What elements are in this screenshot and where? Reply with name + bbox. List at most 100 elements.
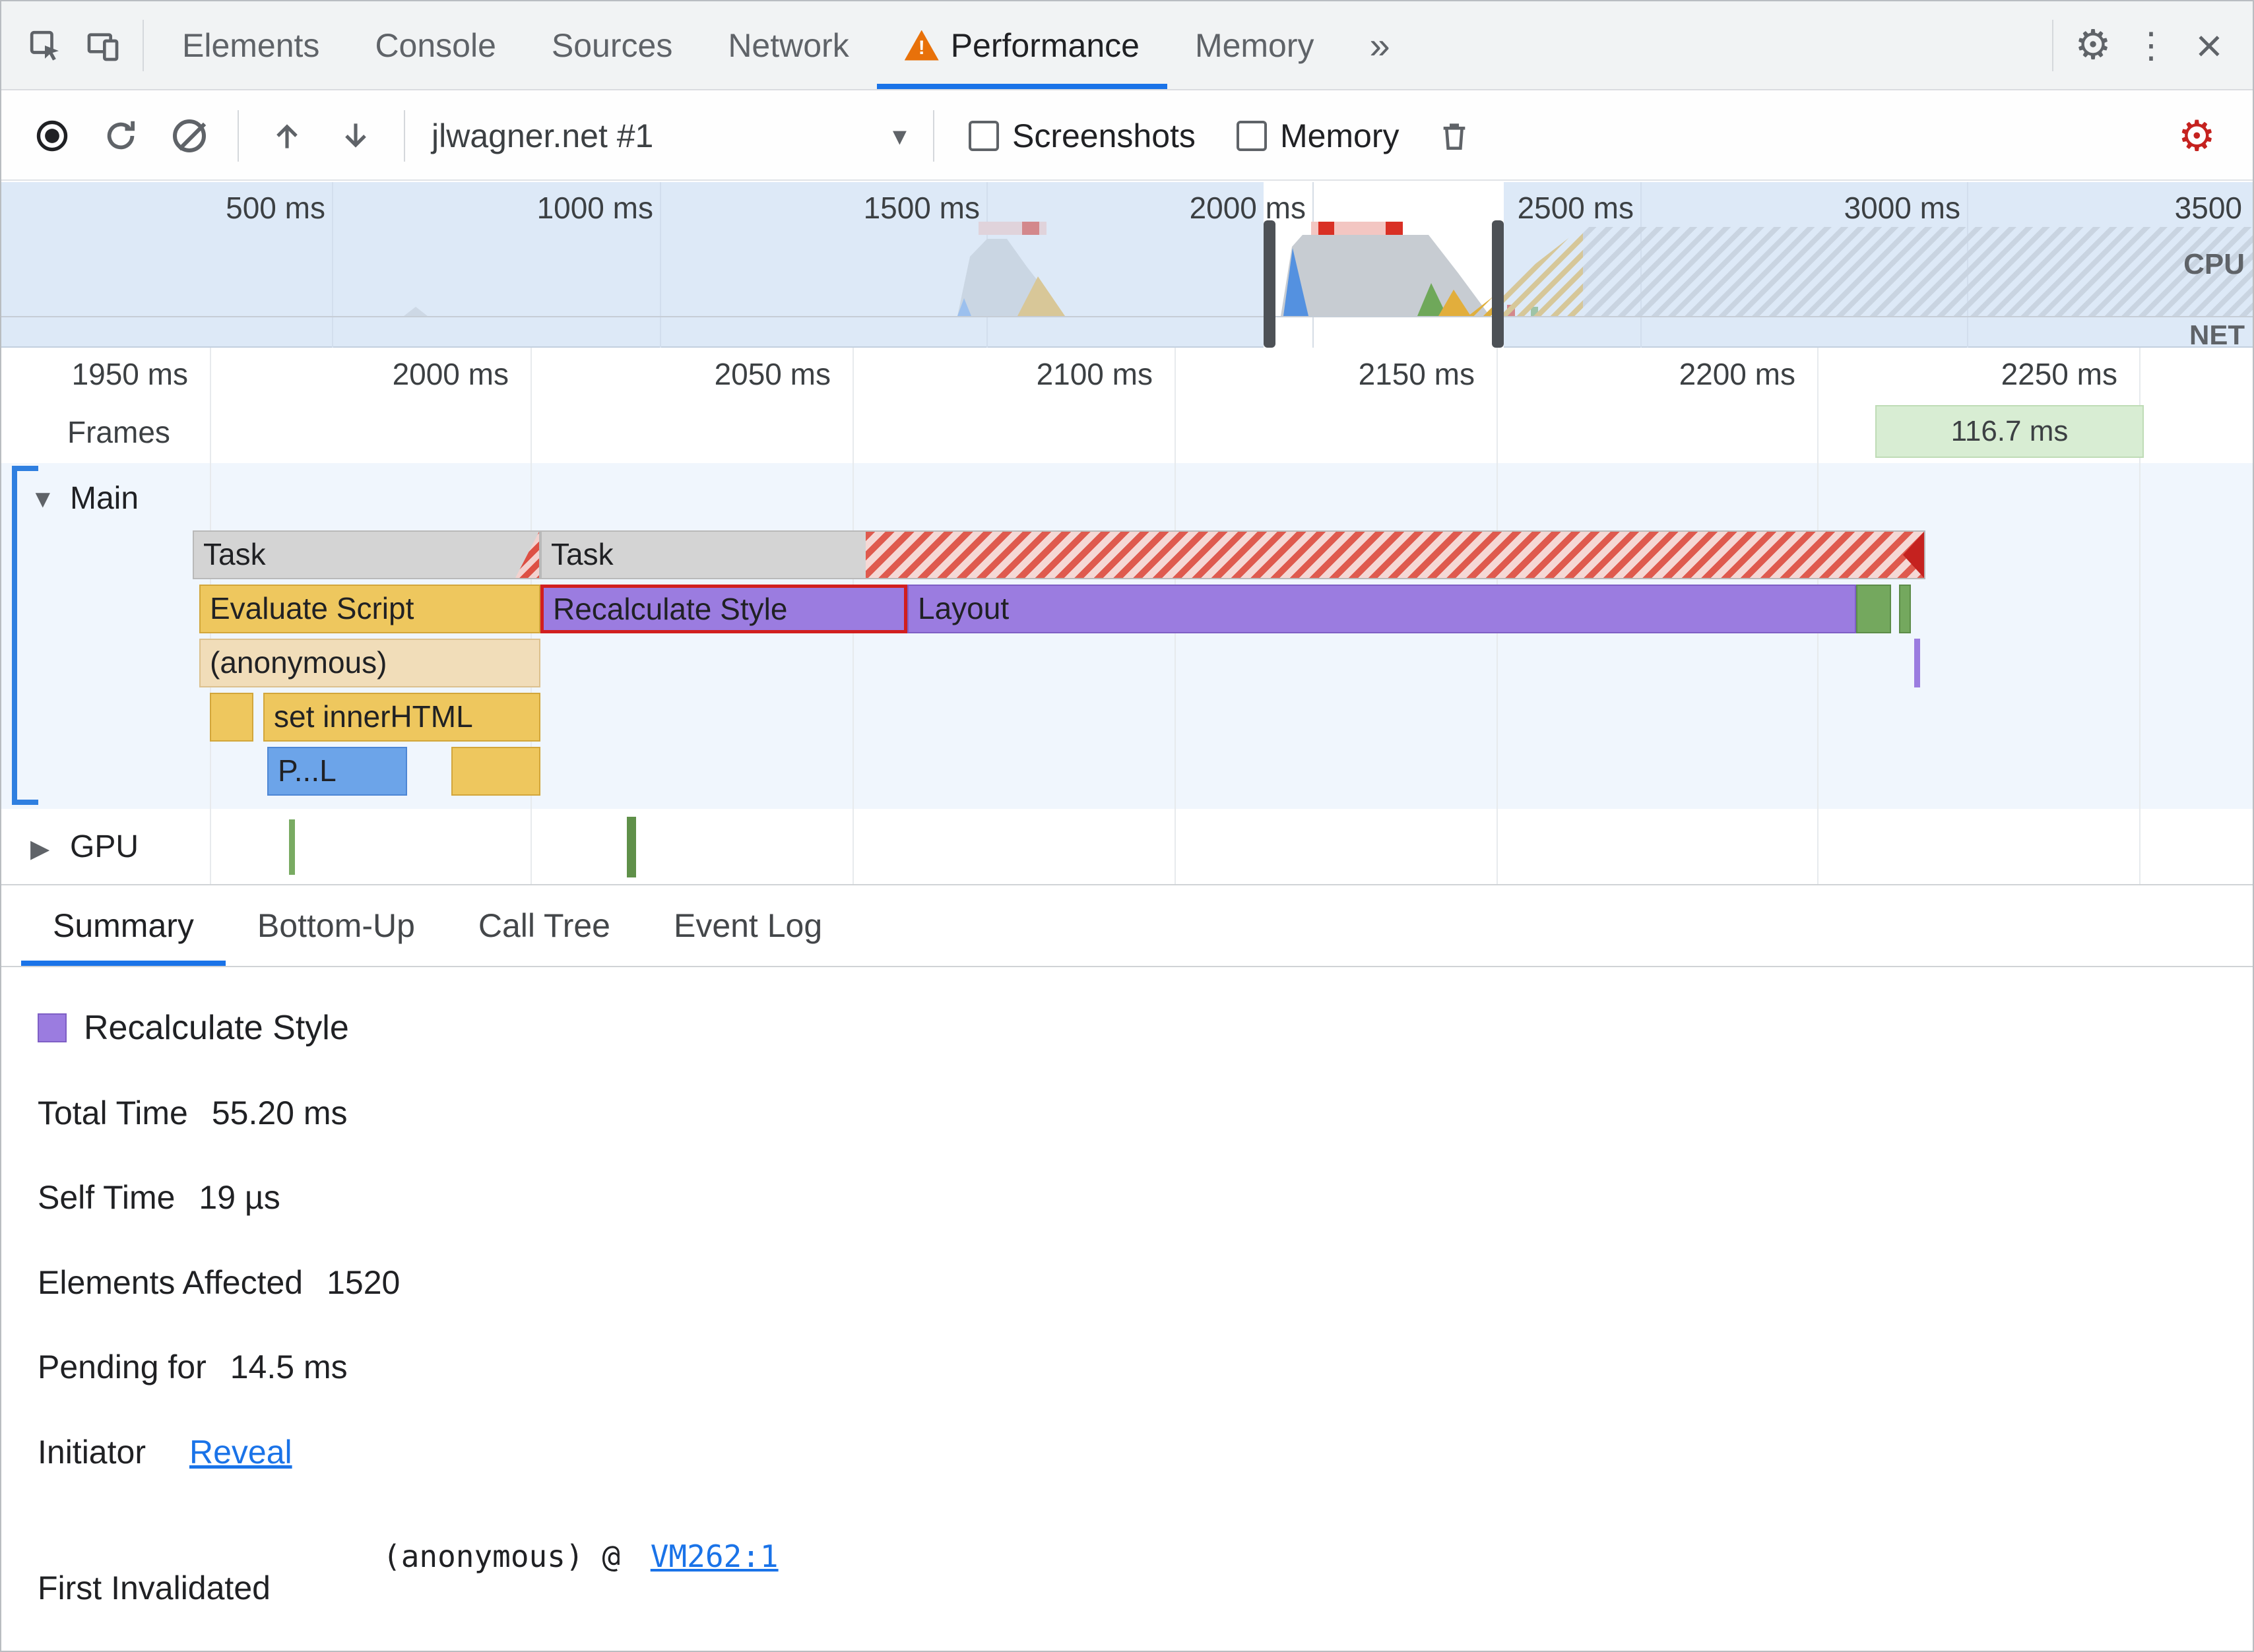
initiator-reveal-link[interactable]: Reveal xyxy=(189,1433,292,1471)
performance-toolbar: jlwagner.net #1 ▾ Screenshots Memory ⚙ xyxy=(1,92,2253,181)
first-invalidated-label: First Invalidated xyxy=(38,1570,271,1606)
summary-row-label: Total Time xyxy=(38,1095,188,1131)
style-recalc-sliver[interactable] xyxy=(1914,639,1920,687)
summary-title: Recalculate Style xyxy=(84,1009,349,1047)
screenshots-checkbox[interactable] xyxy=(969,120,999,151)
overview-time-label: 3000 ms xyxy=(1844,191,1960,225)
main-track-label[interactable]: Main xyxy=(70,480,139,517)
load-profile-icon[interactable] xyxy=(256,92,318,179)
summary-row: Self Time 19 µs xyxy=(38,1178,280,1217)
main-track-selection-bracket-cap xyxy=(12,466,38,471)
tabbar-right-icons: ⚙ ⋮ × xyxy=(2042,19,2238,71)
cpu-label: CPU xyxy=(2183,248,2245,280)
ruler-label: 1950 ms xyxy=(71,357,188,391)
warning-icon: ! xyxy=(904,30,939,61)
chevron-down-icon: ▾ xyxy=(892,120,907,151)
overview-time-label: 2000 ms xyxy=(1189,191,1306,225)
first-invalidated-source-link[interactable]: VM262:1 xyxy=(651,1539,779,1574)
first-invalidated-value: (anonymous) @ VM262:1 xyxy=(383,1539,779,1574)
summary-row-value: 14.5 ms xyxy=(230,1349,348,1385)
devtools-tab-bar: Elements Console Sources Network ! Perfo… xyxy=(1,1,2253,90)
evaluate-script-bar[interactable]: Evaluate Script xyxy=(199,585,540,633)
tab-network[interactable]: Network xyxy=(700,1,876,89)
script-sliver-bar[interactable] xyxy=(210,693,253,742)
anonymous-call-bar[interactable]: (anonymous) xyxy=(199,639,540,687)
overview-time-label: 3500 xyxy=(2174,191,2242,225)
record-button[interactable] xyxy=(21,92,83,179)
paint-bar[interactable] xyxy=(1856,585,1891,633)
selection-handle-right[interactable] xyxy=(1492,220,1504,348)
tab-bottom-up[interactable]: Bottom-Up xyxy=(226,885,447,966)
summary-row-label: Elements Affected xyxy=(38,1264,304,1301)
divider xyxy=(2052,19,2053,71)
settings-gear-icon[interactable]: ⚙ xyxy=(2064,24,2122,66)
net-label: NET xyxy=(2189,319,2245,350)
ruler-label: 2100 ms xyxy=(1036,357,1153,391)
screenshots-toggle[interactable]: Screenshots xyxy=(969,117,1196,155)
memory-checkbox[interactable] xyxy=(1236,120,1267,151)
main-track-selection-bracket-cap xyxy=(12,800,38,805)
task-bar-long[interactable]: Task xyxy=(540,530,1925,579)
gpu-track-label[interactable]: GPU xyxy=(70,829,139,865)
overview-time-label: 1000 ms xyxy=(536,191,653,225)
tab-call-tree[interactable]: Call Tree xyxy=(447,885,642,966)
save-profile-icon[interactable] xyxy=(325,92,387,179)
divider xyxy=(933,110,934,162)
paint-bar[interactable] xyxy=(1899,585,1911,633)
tab-elements[interactable]: Elements xyxy=(154,1,347,89)
profile-select-value: jlwagner.net #1 xyxy=(432,117,654,154)
trash-icon[interactable] xyxy=(1423,92,1485,179)
overview-time-label: 2500 ms xyxy=(1517,191,1634,225)
main-track-selection-bracket xyxy=(12,466,17,805)
script-sliver-bar[interactable] xyxy=(451,747,540,796)
capture-settings-gear-icon[interactable]: ⚙ xyxy=(2178,115,2233,157)
divider xyxy=(404,110,405,162)
long-task-warning-wedge xyxy=(515,532,539,578)
overview-time-label: 1500 ms xyxy=(863,191,980,225)
rendering-color-swatch xyxy=(38,1013,67,1042)
kebab-menu-icon[interactable]: ⋮ xyxy=(2122,28,2180,63)
frames-track-label: Frames xyxy=(67,415,170,449)
ruler-label: 2200 ms xyxy=(1679,357,1795,391)
close-icon[interactable]: × xyxy=(2180,22,2238,69)
ruler-label: 2250 ms xyxy=(2001,357,2117,391)
tab-sources[interactable]: Sources xyxy=(524,1,700,89)
task-bar[interactable]: Task xyxy=(193,530,540,579)
reload-and-record-button[interactable] xyxy=(90,92,152,179)
ruler-label: 2050 ms xyxy=(714,357,831,391)
memory-toggle[interactable]: Memory xyxy=(1236,117,1400,155)
profile-select[interactable]: jlwagner.net #1 ▾ xyxy=(432,117,907,155)
tab-memory[interactable]: Memory xyxy=(1167,1,1342,89)
tab-console[interactable]: Console xyxy=(347,1,523,89)
summary-row: Initiator Reveal xyxy=(38,1433,292,1471)
inspect-element-icon[interactable] xyxy=(16,1,74,89)
tab-event-log[interactable]: Event Log xyxy=(642,885,854,966)
device-toolbar-icon[interactable] xyxy=(74,1,132,89)
tab-label: Elements xyxy=(182,26,320,64)
gpu-expander-icon[interactable]: ▶ xyxy=(30,834,49,864)
overview-time-label: 500 ms xyxy=(226,191,325,225)
devtools-window: Elements Console Sources Network ! Perfo… xyxy=(0,0,2254,1652)
layout-bar[interactable]: Layout xyxy=(907,585,1856,633)
summary-row: Pending for 14.5 ms xyxy=(38,1348,348,1386)
drawer-tab-bar: Summary Bottom-Up Call Tree Event Log xyxy=(1,884,2253,967)
clear-recording-button[interactable] xyxy=(158,92,220,179)
net-strip-divider xyxy=(1,316,2253,317)
frame-duration-chip[interactable]: 116.7 ms xyxy=(1875,405,2144,458)
parse-html-bar[interactable]: P...L xyxy=(267,747,407,796)
more-tabs-icon[interactable]: » xyxy=(1342,1,1418,89)
selection-handle-left[interactable] xyxy=(1264,220,1275,348)
summary-row-label: Self Time xyxy=(38,1179,176,1216)
recalculate-style-bar-selected[interactable]: Recalculate Style xyxy=(540,585,907,633)
summary-pane: Recalculate Style Total Time 55.20 ms Se… xyxy=(1,967,2253,1651)
ruler-label: 2150 ms xyxy=(1358,357,1475,391)
main-expander-icon[interactable]: ▼ xyxy=(30,486,55,514)
summary-row: Total Time 55.20 ms xyxy=(38,1094,348,1132)
timeline-overview[interactable]: 500 ms 1000 ms 1500 ms 2000 ms 2500 ms 3… xyxy=(1,182,2253,350)
tab-label: Sources xyxy=(551,26,673,64)
tab-performance[interactable]: ! Performance xyxy=(877,1,1167,89)
set-innerhtml-bar[interactable]: set innerHTML xyxy=(263,693,540,742)
tab-summary[interactable]: Summary xyxy=(21,885,226,966)
gpu-activity-mark xyxy=(627,817,636,877)
gpu-activity-mark xyxy=(289,819,295,875)
